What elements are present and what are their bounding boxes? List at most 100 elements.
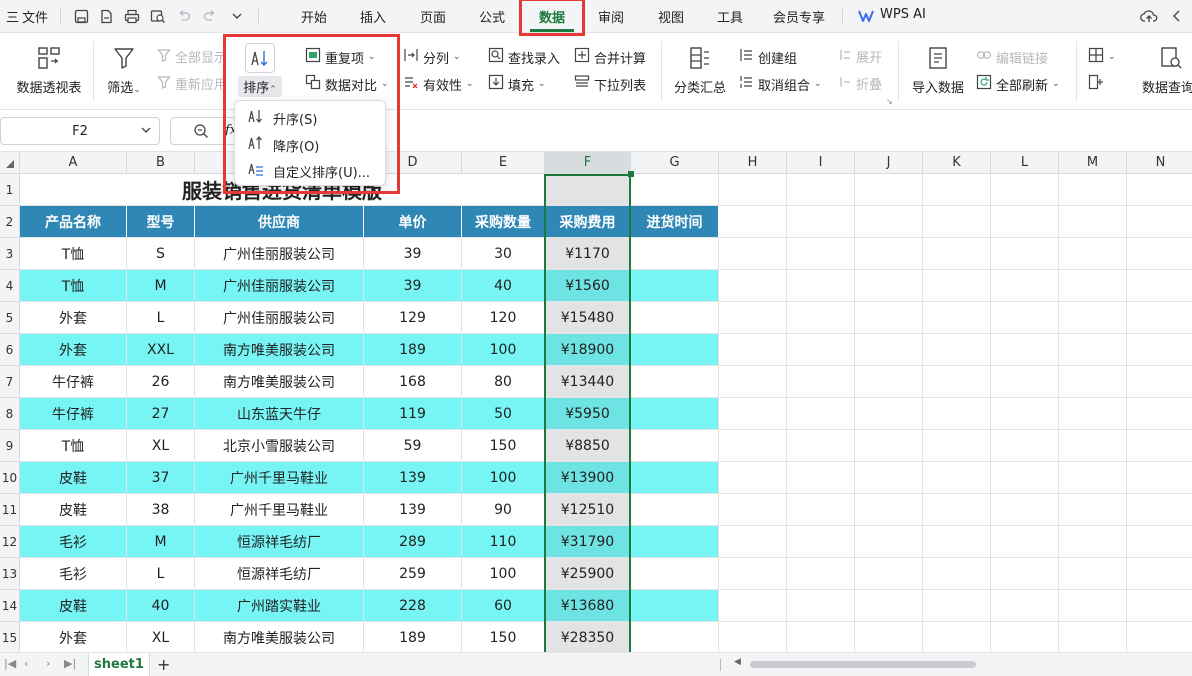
tab-page[interactable]: 页面 xyxy=(420,7,446,26)
cell[interactable] xyxy=(1059,462,1127,494)
cell[interactable] xyxy=(631,270,719,302)
cell[interactable] xyxy=(855,558,923,590)
row-header[interactable]: 7 xyxy=(0,366,20,398)
row-header[interactable]: 1 xyxy=(0,174,20,206)
column-header-j[interactable]: J xyxy=(855,152,923,174)
table-header-cell[interactable]: 型号 xyxy=(127,206,195,238)
cell[interactable] xyxy=(545,174,631,206)
cell[interactable]: 南方唯美服装公司 xyxy=(195,334,364,366)
cell[interactable]: 毛衫 xyxy=(20,558,127,590)
cell[interactable] xyxy=(855,398,923,430)
cell[interactable] xyxy=(719,622,787,652)
cell[interactable] xyxy=(855,494,923,526)
cell[interactable] xyxy=(923,398,991,430)
cell[interactable]: 外套 xyxy=(20,334,127,366)
cell[interactable] xyxy=(1127,526,1192,558)
cell[interactable]: 27 xyxy=(127,398,195,430)
cell[interactable] xyxy=(719,494,787,526)
cell[interactable] xyxy=(991,622,1059,652)
row-header[interactable]: 4 xyxy=(0,270,20,302)
cell[interactable] xyxy=(1059,494,1127,526)
cell[interactable]: 100 xyxy=(462,334,545,366)
cell[interactable] xyxy=(631,462,719,494)
row-header[interactable]: 15 xyxy=(0,622,20,652)
cell[interactable] xyxy=(787,622,855,652)
cell[interactable]: 40 xyxy=(127,590,195,622)
print-icon[interactable] xyxy=(123,7,141,25)
next-sheet-icon[interactable]: › xyxy=(46,657,50,670)
cell[interactable] xyxy=(1059,302,1127,334)
cell[interactable]: T恤 xyxy=(20,430,127,462)
cell[interactable]: 59 xyxy=(364,430,462,462)
cell[interactable] xyxy=(1059,270,1127,302)
cell[interactable] xyxy=(787,462,855,494)
cell[interactable]: 广州踏实鞋业 xyxy=(195,590,364,622)
cell[interactable]: ¥13900 xyxy=(545,462,631,494)
cell[interactable]: 牛仔裤 xyxy=(20,366,127,398)
cell[interactable]: 100 xyxy=(462,558,545,590)
row-header[interactable]: 14 xyxy=(0,590,20,622)
cell[interactable] xyxy=(855,334,923,366)
cell[interactable] xyxy=(855,238,923,270)
cell[interactable] xyxy=(1059,206,1127,238)
row-header[interactable]: 11 xyxy=(0,494,20,526)
cell[interactable]: 289 xyxy=(364,526,462,558)
column-header-n[interactable]: N xyxy=(1127,152,1192,174)
table-header-cell[interactable]: 产品名称 xyxy=(20,206,127,238)
column-header-e[interactable]: E xyxy=(462,152,545,174)
table-header-cell[interactable]: 采购费用 xyxy=(545,206,631,238)
column-header-l[interactable]: L xyxy=(991,152,1059,174)
tab-tools[interactable]: 工具 xyxy=(717,7,743,26)
cell[interactable] xyxy=(1127,622,1192,652)
cell[interactable]: 139 xyxy=(364,462,462,494)
cell[interactable] xyxy=(855,206,923,238)
cell[interactable] xyxy=(855,366,923,398)
pivot-table-button[interactable]: 数据透视表 xyxy=(14,45,84,96)
export-pdf-icon[interactable] xyxy=(97,7,115,25)
cell[interactable] xyxy=(1127,238,1192,270)
cell[interactable] xyxy=(991,398,1059,430)
dropdown-list-button[interactable]: 下拉列表 xyxy=(574,74,646,94)
cell[interactable]: 广州佳丽服装公司 xyxy=(195,302,364,334)
sheet-tab-sheet1[interactable]: sheet1 xyxy=(88,653,150,676)
cell[interactable]: M xyxy=(127,270,195,302)
cell[interactable] xyxy=(631,398,719,430)
row-header[interactable]: 3 xyxy=(0,238,20,270)
save-icon[interactable] xyxy=(72,7,90,25)
cell[interactable]: T恤 xyxy=(20,270,127,302)
cell[interactable] xyxy=(991,302,1059,334)
row-header[interactable]: 10 xyxy=(0,462,20,494)
cell[interactable]: 皮鞋 xyxy=(20,494,127,526)
cell[interactable] xyxy=(855,430,923,462)
cell[interactable]: 南方唯美服装公司 xyxy=(195,622,364,652)
cell[interactable] xyxy=(991,206,1059,238)
cell[interactable]: XL xyxy=(127,622,195,652)
cell[interactable] xyxy=(923,270,991,302)
cell[interactable] xyxy=(855,302,923,334)
cell[interactable] xyxy=(1127,590,1192,622)
cell[interactable] xyxy=(991,590,1059,622)
tab-view[interactable]: 视图 xyxy=(658,7,684,26)
cell[interactable]: 50 xyxy=(462,398,545,430)
cell[interactable] xyxy=(1127,462,1192,494)
table-header-cell[interactable]: 供应商 xyxy=(195,206,364,238)
cell[interactable]: M xyxy=(127,526,195,558)
tab-membership[interactable]: 会员专享 xyxy=(773,7,825,26)
consolidate-button[interactable]: 合并计算 xyxy=(574,47,646,67)
cell[interactable] xyxy=(923,366,991,398)
table-header-cell[interactable]: 单价 xyxy=(364,206,462,238)
cell[interactable] xyxy=(631,494,719,526)
cell[interactable] xyxy=(1059,590,1127,622)
row-header[interactable]: 6 xyxy=(0,334,20,366)
fill-handle[interactable] xyxy=(628,171,634,177)
column-header-f[interactable]: F xyxy=(545,152,631,174)
cell[interactable] xyxy=(719,238,787,270)
cell[interactable]: 189 xyxy=(364,622,462,652)
cell[interactable]: T恤 xyxy=(20,238,127,270)
cell[interactable] xyxy=(787,174,855,206)
cell[interactable] xyxy=(923,334,991,366)
validity-button[interactable]: 有效性 ⌄ xyxy=(403,74,474,94)
column-header-k[interactable]: K xyxy=(923,152,991,174)
horizontal-scrollbar[interactable] xyxy=(750,661,976,668)
cell[interactable] xyxy=(991,366,1059,398)
